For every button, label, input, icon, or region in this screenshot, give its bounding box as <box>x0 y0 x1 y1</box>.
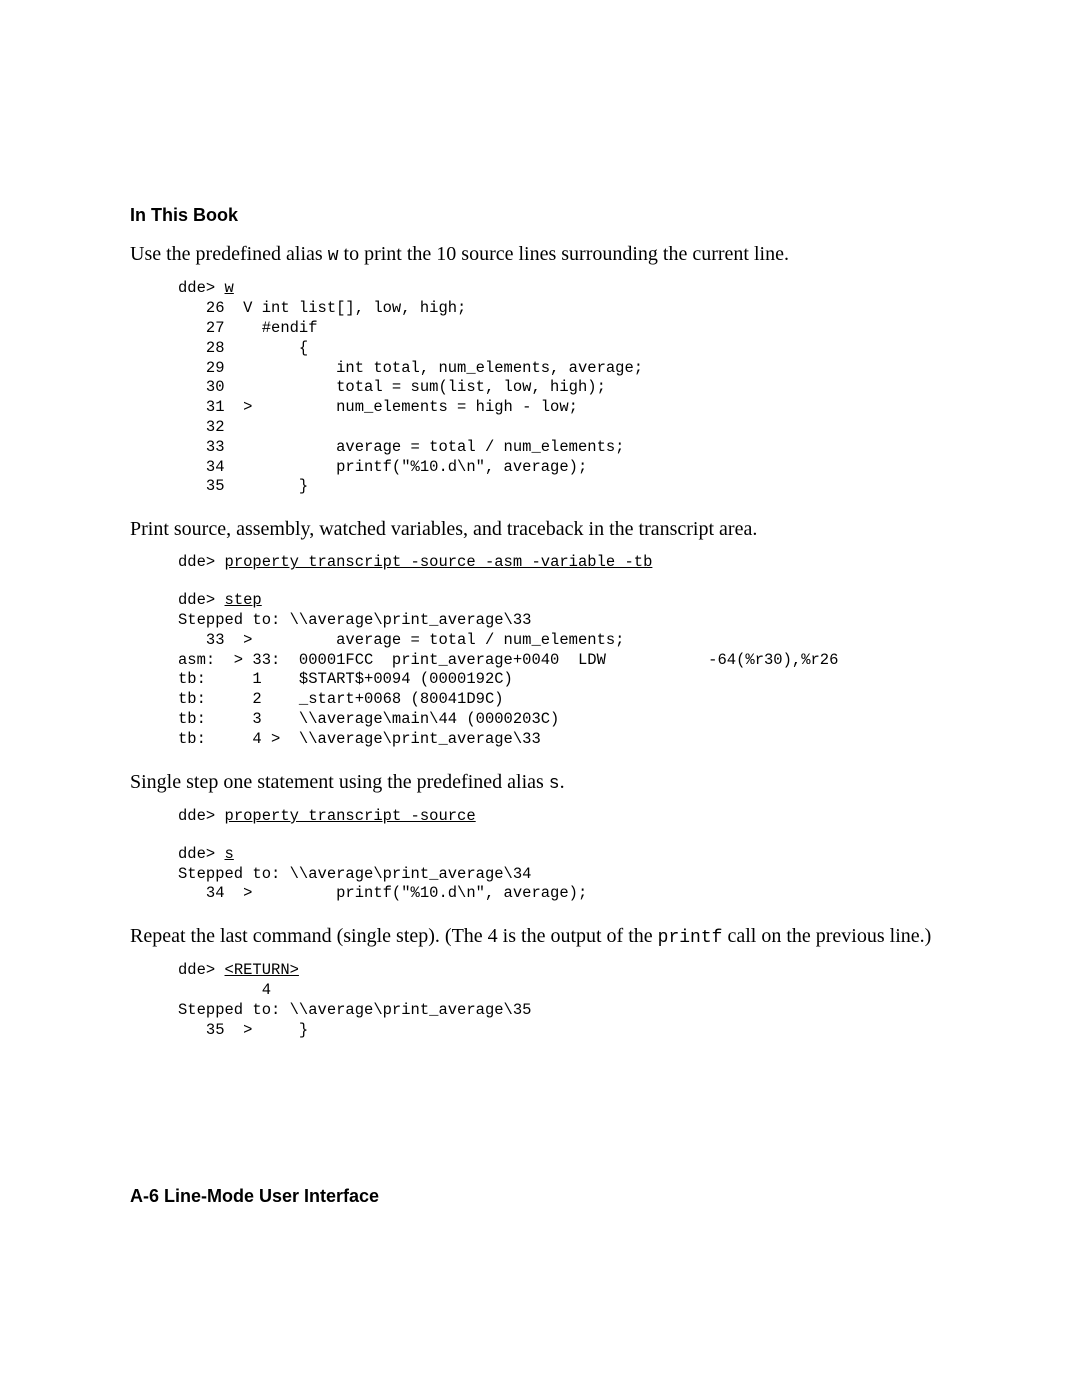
page-footer: A-6 Line-Mode User Interface <box>130 1186 379 1207</box>
code-block-1: dde> w 26 V int list[], low, high; 27 #e… <box>178 279 950 497</box>
paragraph-3: Single step one statement using the pred… <box>130 768 950 797</box>
text: Use the predefined alias <box>130 243 328 265</box>
prompt: dde> <box>178 279 225 297</box>
code-block-3: dde> step Stepped to: \\average\print_av… <box>178 591 950 750</box>
code-block-2: dde> property transcript -source -asm -v… <box>178 553 950 573</box>
paragraph-4: Repeat the last command (single step). (… <box>130 922 950 951</box>
prompt: dde> <box>178 961 225 979</box>
inline-code: s <box>549 774 560 794</box>
code-block-5: dde> s Stepped to: \\average\print_avera… <box>178 845 950 904</box>
command: step <box>225 591 262 609</box>
prompt: dde> <box>178 845 225 863</box>
text: . <box>560 771 565 793</box>
code-lines: Stepped to: \\average\print_average\33 3… <box>178 611 838 748</box>
code-block-4: dde> property transcript -source <box>178 807 950 827</box>
code-block-6: dde> <RETURN> 4 Stepped to: \\average\pr… <box>178 961 950 1040</box>
command: <RETURN> <box>225 961 299 979</box>
command: s <box>225 845 234 863</box>
command: w <box>225 279 234 297</box>
text: Repeat the last command (single step). (… <box>130 925 658 947</box>
prompt: dde> <box>178 553 225 571</box>
code-lines: 26 V int list[], low, high; 27 #endif 28… <box>178 299 643 495</box>
paragraph-1: Use the predefined alias w to print the … <box>130 240 950 269</box>
page: In This Book Use the predefined alias w … <box>0 0 1080 1397</box>
paragraph-2: Print source, assembly, watched variable… <box>130 515 950 543</box>
prompt: dde> <box>178 591 225 609</box>
prompt: dde> <box>178 807 225 825</box>
inline-code: printf <box>658 928 723 948</box>
command: property transcript -source <box>225 807 476 825</box>
text: to print the 10 source lines surrounding… <box>339 243 789 265</box>
text: call on the previous line.) <box>722 925 931 947</box>
code-lines: Stepped to: \\average\print_average\34 3… <box>178 865 587 903</box>
text: Single step one statement using the pred… <box>130 771 549 793</box>
code-lines: 4 Stepped to: \\average\print_average\35… <box>178 981 531 1039</box>
command: property transcript -source -asm -variab… <box>225 553 653 571</box>
section-header: In This Book <box>130 205 950 226</box>
inline-code: w <box>328 246 339 266</box>
